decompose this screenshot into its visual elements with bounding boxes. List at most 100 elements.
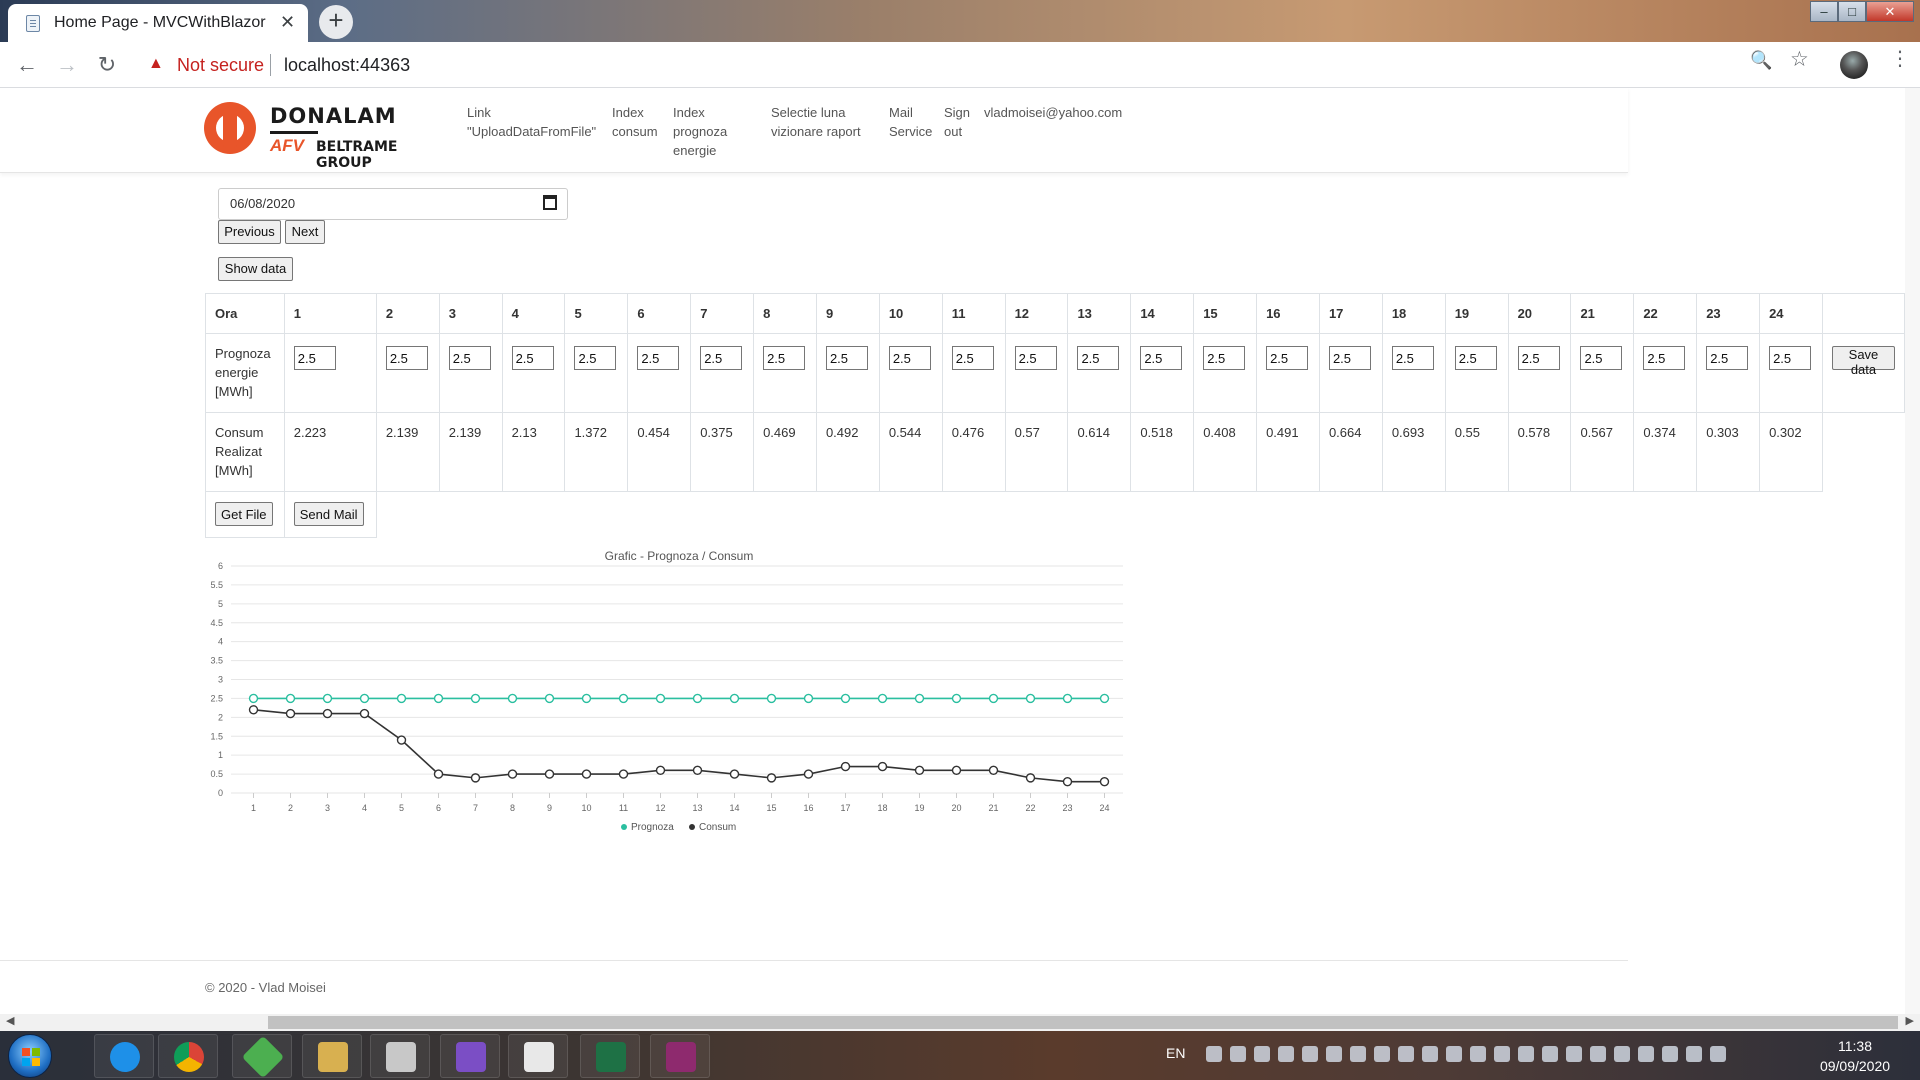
calendar-icon[interactable] [543, 195, 557, 210]
prognoza-input[interactable] [637, 346, 680, 370]
tray-icon[interactable] [1302, 1046, 1318, 1062]
profile-avatar[interactable] [1840, 51, 1868, 79]
prognoza-input[interactable] [511, 346, 554, 370]
data-point-prognoza [877, 693, 888, 704]
prognoza-input[interactable] [1014, 346, 1057, 370]
scroll-right-icon[interactable]: ▶ [1906, 1014, 1914, 1027]
y-tick-label: 1.5 [210, 731, 223, 741]
nav-link-selectie-luna[interactable]: Selectie luna vizionare raport [771, 103, 861, 141]
nav-link-mail-service[interactable]: Mail Service [889, 103, 932, 141]
start-button[interactable] [8, 1034, 52, 1078]
not-secure-label[interactable]: Not secure [177, 55, 264, 76]
prognoza-input[interactable] [700, 346, 743, 370]
tray-icon[interactable] [1446, 1046, 1462, 1062]
taskbar-calculator-icon[interactable] [508, 1034, 568, 1078]
tray-icon[interactable] [1710, 1046, 1726, 1062]
nav-link-index-consum[interactable]: Index consum [612, 103, 658, 141]
forward-icon[interactable]: → [52, 50, 82, 80]
prognoza-input[interactable] [951, 346, 994, 370]
taskbar-excel-icon[interactable] [580, 1034, 640, 1078]
bookmark-star-icon[interactable]: ☆ [1790, 47, 1809, 72]
previous-button[interactable]: Previous [218, 220, 281, 244]
zoom-icon[interactable]: 🔍 [1750, 50, 1772, 71]
minimize-window-button[interactable]: – [1810, 1, 1838, 22]
browser-menu-icon[interactable]: ⋮ [1890, 49, 1910, 69]
close-window-button[interactable]: ✕ [1866, 1, 1914, 22]
tray-icon[interactable] [1614, 1046, 1630, 1062]
prognoza-input[interactable] [1077, 346, 1120, 370]
nav-link-sign-out[interactable]: Sign out [944, 103, 970, 141]
date-picker-input[interactable]: 06/08/2020 [218, 188, 568, 220]
nav-link-index-prognoza[interactable]: Index prognoza energie [673, 103, 727, 160]
browser-tab[interactable]: Home Page - MVCWithBlazor ✕ [8, 4, 308, 42]
tray-icon[interactable] [1230, 1046, 1246, 1062]
next-button[interactable]: Next [285, 220, 325, 244]
prognoza-input[interactable] [1266, 346, 1309, 370]
prognoza-input[interactable] [1769, 346, 1812, 370]
tray-icon[interactable] [1686, 1046, 1702, 1062]
prognoza-input[interactable] [293, 346, 336, 370]
taskbar-script-tool-icon[interactable] [370, 1034, 430, 1078]
prognoza-input[interactable] [1140, 346, 1183, 370]
tray-icon[interactable] [1566, 1046, 1582, 1062]
horizontal-scrollbar[interactable]: ◀ ▶ [0, 1014, 1920, 1031]
tray-icon[interactable] [1254, 1046, 1270, 1062]
prognoza-input[interactable] [1328, 346, 1371, 370]
tray-icon[interactable] [1542, 1046, 1558, 1062]
taskbar-visual-studio-icon[interactable] [440, 1034, 500, 1078]
maximize-window-button[interactable]: □ [1838, 1, 1866, 22]
prognoza-input[interactable] [1706, 346, 1749, 370]
prognoza-input[interactable] [825, 346, 868, 370]
tray-icon[interactable] [1590, 1046, 1606, 1062]
system-clock[interactable]: 11:38 09/09/2020 [1800, 1036, 1910, 1076]
taskbar-app-icon[interactable] [232, 1034, 292, 1079]
prognoza-input[interactable] [763, 346, 806, 370]
prognoza-input[interactable] [1391, 346, 1434, 370]
taskbar-ie-icon[interactable] [94, 1034, 154, 1078]
tray-icon[interactable] [1278, 1046, 1294, 1062]
tray-icon[interactable] [1398, 1046, 1414, 1062]
taskbar-chrome-icon[interactable] [158, 1034, 218, 1078]
tray-icon[interactable] [1206, 1046, 1222, 1062]
x-tick-label: 23 [1062, 803, 1072, 813]
get-file-button[interactable]: Get File [215, 502, 273, 526]
save-data-button[interactable]: Save data [1831, 346, 1895, 377]
site-logo[interactable]: DONALAM AFV BELTRAME GROUP [204, 102, 454, 171]
horizontal-scroll-thumb[interactable] [268, 1016, 1898, 1029]
nav-link-upload[interactable]: Link "UploadDataFromFile" [467, 103, 596, 141]
system-tray-icons[interactable] [1206, 1046, 1734, 1062]
tray-icon[interactable] [1638, 1046, 1654, 1062]
prognoza-input[interactable] [1580, 346, 1623, 370]
tray-icon[interactable] [1518, 1046, 1534, 1062]
back-icon[interactable]: ← [12, 50, 42, 80]
address-bar[interactable]: ▲ Not secure localhost:44363 [136, 48, 1766, 82]
new-tab-button[interactable]: + [319, 5, 353, 39]
tray-icon[interactable] [1494, 1046, 1510, 1062]
language-indicator[interactable]: EN [1166, 1045, 1185, 1061]
tray-icon[interactable] [1422, 1046, 1438, 1062]
tray-icon[interactable] [1470, 1046, 1486, 1062]
url-text[interactable]: localhost:44363 [284, 55, 410, 76]
close-tab-icon[interactable]: ✕ [280, 13, 295, 31]
taskbar-archive-icon[interactable] [650, 1034, 710, 1078]
tray-icon[interactable] [1662, 1046, 1678, 1062]
prognoza-consum-chart: Grafic - Prognoza / Consum 0 0.5 1 1.5 2 2.5 3 3… [210, 550, 1123, 833]
taskbar-sql-tool-icon[interactable] [302, 1034, 362, 1078]
prognoza-input[interactable] [888, 346, 931, 370]
vertical-scrollbar[interactable] [1905, 88, 1920, 1014]
tray-icon[interactable] [1350, 1046, 1366, 1062]
prognoza-input[interactable] [1454, 346, 1497, 370]
tray-icon[interactable] [1374, 1046, 1390, 1062]
warning-triangle-icon[interactable]: ▲ [148, 55, 164, 73]
show-data-button[interactable]: Show data [218, 257, 293, 281]
prognoza-input[interactable] [1643, 346, 1686, 370]
send-mail-button[interactable]: Send Mail [293, 502, 364, 526]
scroll-left-icon[interactable]: ◀ [6, 1014, 14, 1027]
prognoza-input[interactable] [385, 346, 428, 370]
prognoza-input[interactable] [1203, 346, 1246, 370]
reload-icon[interactable]: ↻ [92, 50, 122, 80]
prognoza-input[interactable] [448, 346, 491, 370]
tray-icon[interactable] [1326, 1046, 1342, 1062]
prognoza-input[interactable] [1517, 346, 1560, 370]
prognoza-input[interactable] [574, 346, 617, 370]
